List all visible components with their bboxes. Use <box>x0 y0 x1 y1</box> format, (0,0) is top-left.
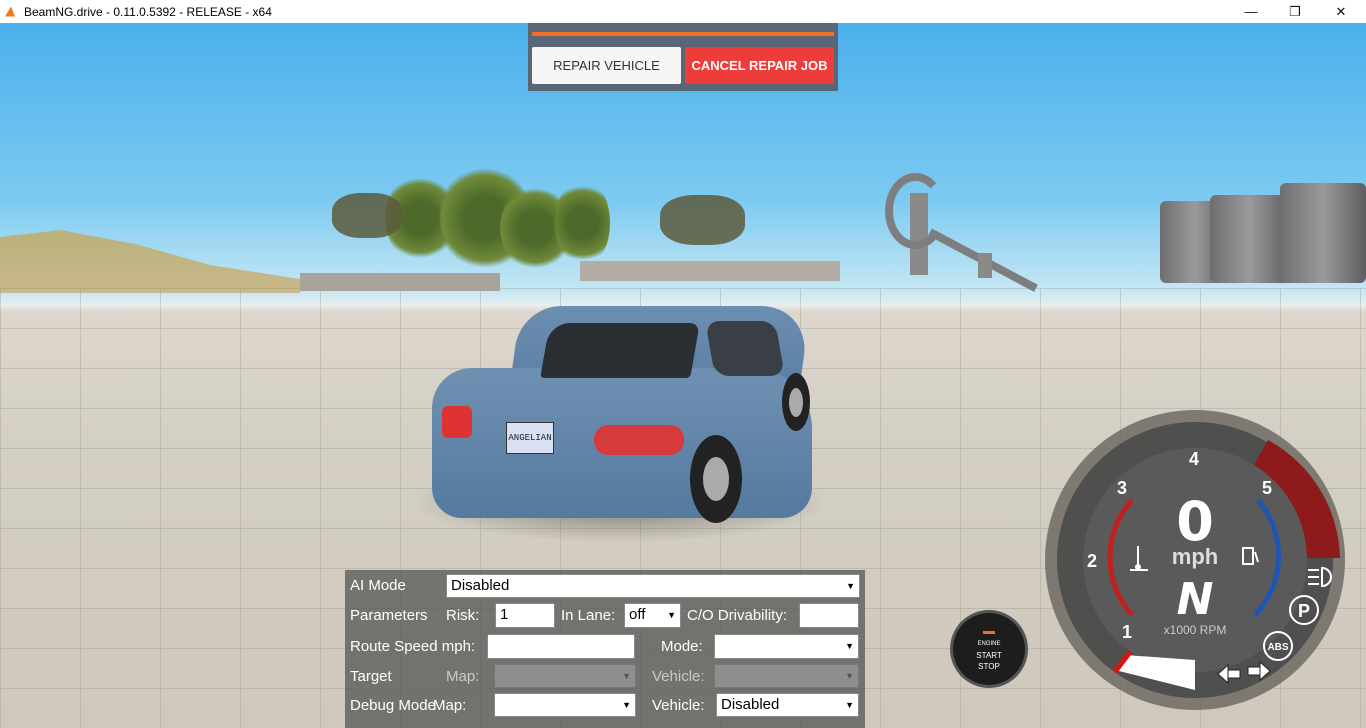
restore-icon: ❐ <box>1289 3 1301 19</box>
target-vehicle-select <box>714 664 859 688</box>
rpm-label: x1000 RPM <box>1164 623 1227 637</box>
tick-2: 2 <box>1087 551 1097 571</box>
ai-control-panel: AI Mode Disabled Parameters Risk: 1 In L… <box>345 570 865 728</box>
abs-label: ABS <box>1267 642 1288 653</box>
tail-light-right <box>594 425 684 455</box>
cancel-repair-button[interactable]: CANCEL REPAIR JOB <box>685 47 834 84</box>
repair-vehicle-button[interactable]: REPAIR VEHICLE <box>532 47 681 84</box>
window-titlebar: BeamNG.drive - 0.11.0.5392 - RELEASE - x… <box>0 0 1366 23</box>
stop-label: STOP <box>978 662 1000 671</box>
target-map-label: Map: <box>446 668 480 685</box>
target-vehicle-label: Vehicle: <box>652 668 705 685</box>
tick-1: 1 <box>1122 622 1132 642</box>
ai-mode-label: AI Mode <box>350 577 406 594</box>
repair-panel: REPAIR VEHICLE CANCEL REPAIR JOB <box>528 23 838 91</box>
risk-label: Risk: <box>446 607 480 624</box>
target-map-select <box>494 664 636 688</box>
distant-blocks <box>580 261 840 281</box>
concrete-pipe <box>1210 195 1290 283</box>
gauge-cluster: 1 2 3 4 5 0 mph N x1000 RPM P ABS <box>1045 410 1345 710</box>
debug-vehicle-select[interactable]: Disabled <box>716 693 859 717</box>
car-rear-window <box>540 323 700 378</box>
engine-label: ENGINE <box>977 641 1001 647</box>
concrete-pipe <box>1280 183 1366 283</box>
repair-progress-bar <box>532 32 834 36</box>
speed-unit: mph <box>1172 544 1218 569</box>
tree-impostor <box>660 195 745 245</box>
palm-tree <box>555 178 610 268</box>
co-drivability-input[interactable] <box>799 603 859 628</box>
route-speed-label: Route Speed mph: <box>350 638 476 655</box>
front-wheel <box>782 373 810 431</box>
support-pillar <box>978 253 992 278</box>
ai-mode-select[interactable]: Disabled <box>446 574 860 598</box>
engine-indicator-light <box>983 631 995 634</box>
parameters-label: Parameters <box>350 607 428 624</box>
window-title: BeamNG.drive - 0.11.0.5392 - RELEASE - x… <box>24 4 272 19</box>
license-plate: ANGELIAN <box>506 422 554 454</box>
minimize-icon: — <box>1244 4 1258 19</box>
mode-label: Mode: <box>661 638 703 655</box>
car-side-window <box>705 321 785 376</box>
beamng-app-icon <box>4 5 18 19</box>
in-lane-select[interactable]: off <box>624 603 681 628</box>
in-lane-label: In Lane: <box>561 607 616 624</box>
co-drivability-label: C/O Drivability: <box>687 607 788 624</box>
maximize-button[interactable]: ❐ <box>1272 0 1318 23</box>
debug-map-label: Map: <box>433 697 467 714</box>
gear-indicator: N <box>1177 574 1214 625</box>
tick-4: 4 <box>1189 449 1199 469</box>
tree-impostor <box>332 193 402 238</box>
risk-input[interactable]: 1 <box>495 603 555 628</box>
start-label: START <box>976 651 1002 660</box>
tick-5: 5 <box>1262 478 1272 498</box>
debug-vehicle-label: Vehicle: <box>652 697 705 714</box>
debug-map-select[interactable] <box>494 693 636 717</box>
distant-ramps <box>300 273 500 291</box>
park-label: P <box>1298 601 1310 621</box>
close-button[interactable]: ✕ <box>1318 0 1364 23</box>
rear-wheel <box>690 435 742 523</box>
tail-light-left <box>442 406 472 438</box>
debug-mode-label: Debug Mode <box>350 697 436 714</box>
minimize-button[interactable]: — <box>1228 0 1274 23</box>
target-label: Target <box>350 668 392 685</box>
mode-select[interactable] <box>714 634 859 659</box>
tick-3: 3 <box>1117 478 1127 498</box>
close-icon: ✕ <box>1335 3 1347 19</box>
engine-start-stop-button[interactable]: ENGINE START STOP <box>953 613 1025 685</box>
route-speed-input[interactable] <box>487 634 635 659</box>
sand-hill <box>0 230 300 293</box>
